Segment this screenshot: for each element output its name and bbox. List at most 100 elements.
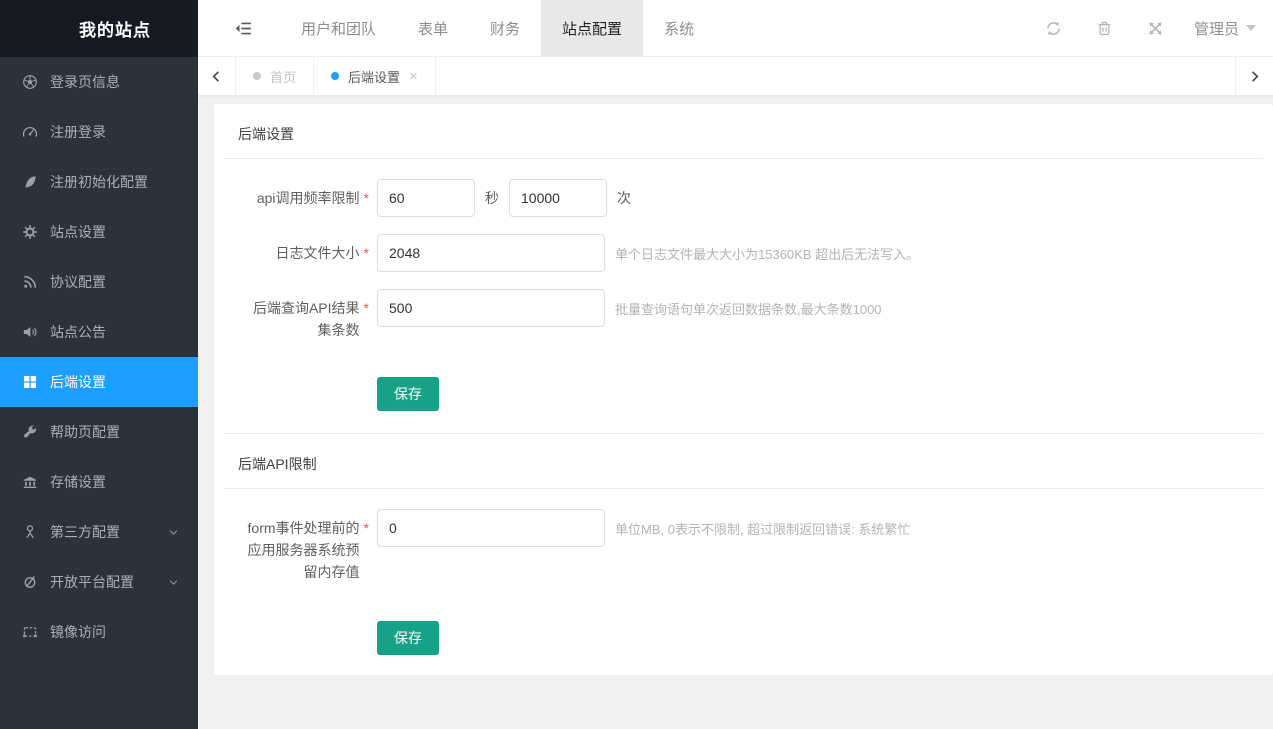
nav-item-label: 站点配置	[562, 18, 622, 39]
nav-item-label: 系统	[664, 18, 694, 39]
sidebar-item-label: 注册登录	[50, 122, 167, 142]
sidebar-item[interactable]: 帮助页配置	[0, 407, 198, 457]
save-button[interactable]: 保存	[377, 377, 439, 411]
trash-icon[interactable]	[1096, 20, 1113, 37]
field-controls: 单个日志文件最大大小为15360KB 超出后无法写入。	[377, 234, 919, 272]
tab-item[interactable]: 首页	[236, 57, 314, 95]
site-title: 我的站点	[79, 16, 151, 41]
tab-label: 首页	[270, 67, 296, 86]
sidebar-item-label: 后端设置	[50, 372, 167, 392]
api-rate-times-input[interactable]	[509, 179, 607, 217]
sidebar-item[interactable]: 注册登录	[0, 107, 198, 157]
field-controls: 秒 次	[377, 179, 641, 217]
field-label-text: api调用频率限制	[257, 187, 360, 209]
sidebar-item-label: 协议配置	[50, 272, 167, 292]
unit-seconds: 秒	[485, 188, 499, 208]
sidebar-item-icon	[22, 624, 38, 640]
sidebar-item-label: 镜像访问	[50, 622, 167, 642]
field-label: 日志文件大小 *	[238, 234, 369, 264]
settings-card: 后端设置 api调用频率限制 * 秒 次	[214, 104, 1273, 675]
backend-api-limit-form: form事件处理前的应用服务器系统预留内存值 * 单位MB, 0表示不限制, 超…	[224, 489, 1263, 655]
sidebar-item-label: 第三方配置	[50, 522, 167, 542]
sidebar-item-label: 站点公告	[50, 322, 167, 342]
field-label-text: 后端查询API结果集条数	[240, 297, 360, 341]
sidebar-item-icon	[22, 374, 38, 390]
form-row-log-size: 日志文件大小 * 单个日志文件最大大小为15360KB 超出后无法写入。	[238, 234, 1249, 272]
nav-item[interactable]: 表单	[397, 0, 469, 56]
nav-item[interactable]: 财务	[469, 0, 541, 56]
chevron-left-icon	[209, 69, 224, 84]
nav-item-label: 表单	[418, 18, 448, 39]
sidebar-item[interactable]: 后端设置	[0, 357, 198, 407]
tabs-scroll-right-button[interactable]	[1235, 57, 1273, 95]
sidebar-item-label: 开放平台配置	[50, 572, 167, 592]
save-row: 保存	[377, 377, 1249, 411]
top-nav: 用户和团队 表单 财务 站点配置 系统	[280, 0, 715, 56]
tab-label: 后端设置	[348, 67, 400, 86]
required-star: *	[364, 187, 369, 209]
sidebar-menu: 登录页信息 注册登录 注册初始化配置 站点设置 协议配置	[0, 57, 198, 729]
sidebar-item[interactable]: 存储设置	[0, 457, 198, 507]
refresh-icon[interactable]	[1045, 20, 1062, 37]
field-label-text: 日志文件大小	[276, 242, 360, 264]
field-hint: 单个日志文件最大大小为15360KB 超出后无法写入。	[615, 244, 919, 263]
collapse-sidebar-icon[interactable]	[234, 19, 253, 38]
form-row-query-result: 后端查询API结果集条数 * 批量查询语句单次返回数据条数,最大条数1000	[238, 289, 1249, 341]
required-star: *	[364, 242, 369, 264]
sidebar-item[interactable]: 镜像访问	[0, 607, 198, 657]
reserved-memory-input[interactable]	[377, 509, 605, 547]
sidebar-item[interactable]: 开放平台配置	[0, 557, 198, 607]
sidebar-item-icon	[22, 474, 38, 490]
tab-close-icon[interactable]: ×	[409, 69, 418, 84]
save-row: 保存	[377, 621, 1249, 655]
log-file-size-input[interactable]	[377, 234, 605, 272]
header-actions: 管理员	[1028, 18, 1273, 39]
chevron-right-icon	[1247, 69, 1262, 84]
sidebar: 我的站点 登录页信息 注册登录 注册初始化配置 站点设置	[0, 0, 198, 729]
required-star: *	[364, 297, 369, 319]
form-row-api-rate: api调用频率限制 * 秒 次	[238, 179, 1249, 217]
nav-item[interactable]: 站点配置	[541, 0, 643, 56]
nav-item-label: 财务	[490, 18, 520, 39]
api-rate-seconds-input[interactable]	[377, 179, 475, 217]
field-controls: 单位MB, 0表示不限制, 超过限制返回错误: 系统繁忙	[377, 509, 910, 547]
tab-bar: 首页 后端设置 ×	[198, 57, 1273, 96]
sidebar-item-label: 帮助页配置	[50, 422, 167, 442]
user-menu[interactable]: 管理员	[1194, 18, 1256, 39]
sidebar-item[interactable]: 站点公告	[0, 307, 198, 357]
sidebar-item-label: 存储设置	[50, 472, 167, 492]
nav-item[interactable]: 系统	[643, 0, 715, 56]
open-tabs: 首页 后端设置 ×	[236, 57, 436, 95]
sidebar-item-icon	[22, 74, 38, 90]
required-star: *	[364, 517, 369, 539]
save-button[interactable]: 保存	[377, 621, 439, 655]
query-result-count-input[interactable]	[377, 289, 605, 327]
sidebar-item[interactable]: 协议配置	[0, 257, 198, 307]
sidebar-item-icon	[22, 274, 38, 290]
sidebar-item[interactable]: 站点设置	[0, 207, 198, 257]
fullscreen-icon[interactable]	[1147, 20, 1164, 37]
form-row-reserved-memory: form事件处理前的应用服务器系统预留内存值 * 单位MB, 0表示不限制, 超…	[238, 509, 1249, 583]
cloud-logo-icon	[21, 12, 68, 45]
chevron-down-icon	[167, 526, 180, 539]
backend-settings-form: api调用频率限制 * 秒 次 日志文件大小 *	[224, 159, 1263, 411]
field-hint: 单位MB, 0表示不限制, 超过限制返回错误: 系统繁忙	[615, 519, 910, 538]
sidebar-item[interactable]: 第三方配置	[0, 507, 198, 557]
tabs-scroll-left-button[interactable]	[198, 57, 236, 95]
sidebar-item[interactable]: 登录页信息	[0, 57, 198, 107]
field-label: form事件处理前的应用服务器系统预留内存值 *	[238, 509, 369, 583]
site-logo: 我的站点	[0, 0, 198, 57]
sidebar-item-icon	[22, 524, 38, 540]
sidebar-item-icon	[22, 124, 38, 140]
sidebar-item-icon	[22, 224, 38, 240]
nav-item[interactable]: 用户和团队	[280, 0, 397, 56]
user-label: 管理员	[1194, 18, 1239, 39]
tab-item[interactable]: 后端设置 ×	[314, 57, 436, 95]
sidebar-item-icon	[22, 574, 38, 590]
field-controls: 批量查询语句单次返回数据条数,最大条数1000	[377, 289, 882, 327]
tab-status-dot	[331, 72, 339, 80]
chevron-down-icon	[167, 576, 180, 589]
sidebar-item-icon	[22, 174, 38, 190]
app-window: 我的站点 登录页信息 注册登录 注册初始化配置 站点设置	[0, 0, 1273, 729]
sidebar-item[interactable]: 注册初始化配置	[0, 157, 198, 207]
